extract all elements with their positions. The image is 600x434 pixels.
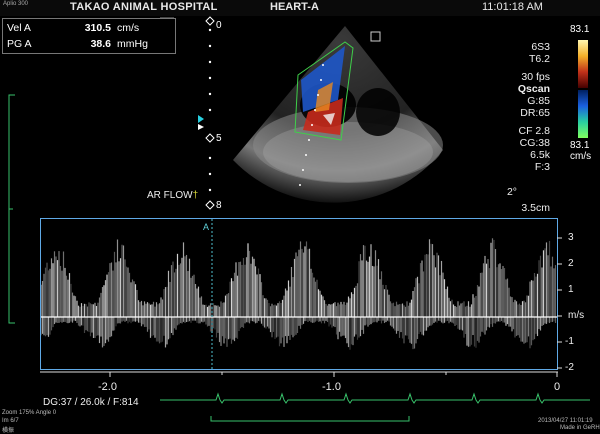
doppler-spectrum [41, 219, 557, 369]
footer-made-in: Made in GeRH [560, 425, 600, 431]
color-scale-negative [578, 90, 588, 138]
y-axis-ticks [557, 237, 562, 369]
y-tick-3: 3 [568, 232, 574, 243]
param-cg: CG:38 [519, 137, 550, 149]
ecg-bracket-bottom [210, 416, 410, 422]
measurement-label: PG A [7, 38, 32, 50]
footer-orientation: 横振 [2, 428, 15, 434]
measurement-panel: Vel A 310.5 cm/s PG A 38.6 mmHg [2, 18, 176, 54]
y-axis-unit: m/s [568, 310, 585, 321]
x-tick-neg2: -2.0 [98, 381, 117, 393]
y-tick-1: 1 [568, 284, 574, 295]
model-label: Aplio 300 [3, 1, 29, 7]
param-probe: 6S3 [531, 41, 550, 53]
measurement-unit: cm/s [117, 22, 140, 34]
depth-scale [198, 16, 215, 210]
depth-label-5: 5 [216, 133, 222, 144]
y-tick-2: 2 [568, 258, 574, 269]
footer-image: Im 6/7 [2, 418, 19, 424]
y-tick-neg1: -1 [565, 336, 574, 347]
color-scale-top: 83.1 [570, 24, 590, 35]
doppler-status: DG:37 / 26.0k / F:814 [43, 397, 139, 408]
echo-sector-image [233, 26, 443, 203]
footer-datetime: 2013/04/27 11:01:19 [538, 418, 593, 424]
preset-name: HEART-A [270, 1, 319, 13]
color-scale-unit: cm/s [570, 151, 592, 162]
measurement-row-vel: Vel A 310.5 cm/s [7, 22, 139, 34]
angle-value: 2° [506, 186, 517, 198]
time-axis [40, 371, 558, 377]
footer-zoom: Zoom 175% Angle 0 [2, 410, 57, 416]
param-freq: T6.2 [528, 53, 550, 65]
color-scale-positive [578, 40, 588, 88]
param-fps: 30 fps [521, 71, 550, 83]
measurement-value: 38.6 [90, 38, 111, 50]
param-qscan: Qscan [517, 83, 550, 95]
param-dr: DR:65 [520, 107, 550, 119]
ecg-bracket [8, 94, 15, 324]
depth-value: 3.5cm [521, 202, 550, 214]
measurement-value: 310.5 [84, 22, 111, 34]
annotation-label: AR FLOW† [147, 190, 199, 201]
ecg-trace [160, 392, 590, 404]
depth-label-0: 0 [216, 20, 222, 31]
measurement-row-pg: PG A 38.6 mmHg [7, 38, 148, 50]
measurement-label: Vel A [7, 22, 31, 34]
imaging-params: 6S3 T6.2 30 fps Qscan G:85 DR:65 CF 2.8 … [500, 41, 550, 173]
hospital-name: TAKAO ANIMAL HOSPITAL [70, 1, 218, 13]
measurement-unit: mmHg [117, 38, 148, 50]
y-tick-neg2: -2 [565, 362, 574, 373]
depth-label-8: 8 [216, 200, 222, 211]
param-cf: CF 2.8 [518, 125, 550, 137]
param-prf: 6.5k [530, 149, 550, 161]
param-gain: G:85 [527, 95, 550, 107]
clock: 11:01:18 AM [482, 1, 543, 13]
color-scale-bottom: 83.1 [570, 140, 590, 151]
param-filter: F:3 [534, 161, 550, 173]
